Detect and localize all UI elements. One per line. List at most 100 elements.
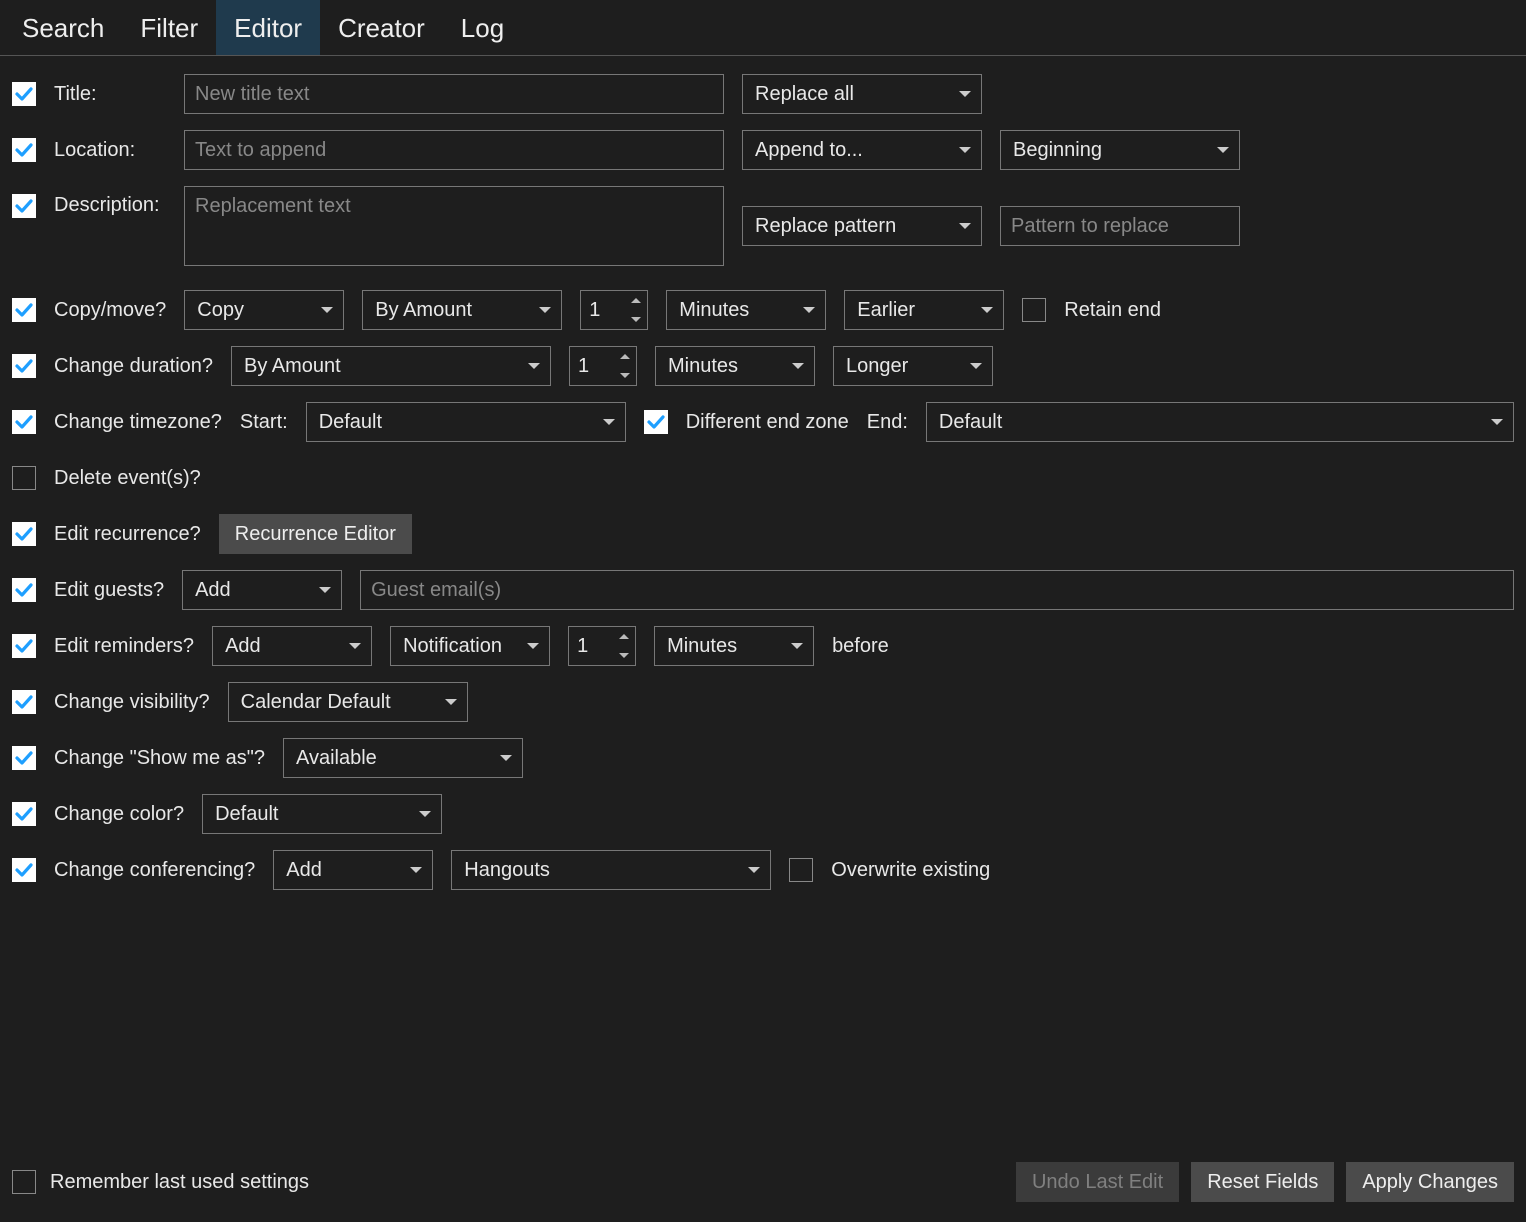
timezone-checkbox[interactable] <box>12 410 36 434</box>
overwrite-existing-label: Overwrite existing <box>831 859 990 882</box>
showmeas-select[interactable]: Available <box>283 738 523 778</box>
duration-unit-select[interactable]: Minutes <box>655 346 815 386</box>
recurrence-editor-button[interactable]: Recurrence Editor <box>219 514 412 554</box>
copymove-checkbox[interactable] <box>12 298 36 322</box>
chevron-down-icon <box>1491 419 1503 425</box>
timezone-start-select[interactable]: Default <box>306 402 626 442</box>
description-mode-select[interactable]: Replace pattern <box>742 206 982 246</box>
chevron-down-icon <box>959 223 971 229</box>
remember-settings-checkbox[interactable] <box>12 1170 36 1194</box>
reminders-checkbox[interactable] <box>12 634 36 658</box>
chevron-down-icon <box>1217 147 1229 153</box>
tab-bar: Search Filter Editor Creator Log <box>0 0 1526 56</box>
guests-label: Edit guests? <box>54 579 164 602</box>
description-input[interactable] <box>184 186 724 266</box>
spinner-up-button[interactable] <box>613 627 635 646</box>
duration-by-select[interactable]: By Amount <box>231 346 551 386</box>
duration-checkbox[interactable] <box>12 354 36 378</box>
showmeas-checkbox[interactable] <box>12 746 36 770</box>
guests-email-input[interactable] <box>360 570 1514 610</box>
reminders-suffix-label: before <box>832 635 889 658</box>
chevron-down-icon <box>527 643 539 649</box>
spinner-up-button[interactable] <box>614 347 636 366</box>
duration-amount-input[interactable] <box>570 347 614 385</box>
reminders-type-select[interactable]: Notification <box>390 626 550 666</box>
timezone-end-select[interactable]: Default <box>926 402 1514 442</box>
description-pattern-input[interactable] <box>1000 206 1240 246</box>
tab-log[interactable]: Log <box>443 0 522 55</box>
remember-settings-label: Remember last used settings <box>50 1171 309 1194</box>
copymove-direction-select[interactable]: Earlier <box>844 290 1004 330</box>
duration-label: Change duration? <box>54 355 213 378</box>
location-input[interactable] <box>184 130 724 170</box>
location-checkbox[interactable] <box>12 138 36 162</box>
description-mode-value: Replace pattern <box>755 215 896 238</box>
color-label: Change color? <box>54 803 184 826</box>
description-label: Description: <box>54 186 166 217</box>
tab-creator[interactable]: Creator <box>320 0 443 55</box>
timezone-label: Change timezone? <box>54 411 222 434</box>
tab-filter[interactable]: Filter <box>122 0 216 55</box>
different-end-zone-checkbox[interactable] <box>644 410 668 434</box>
delete-events-checkbox[interactable] <box>12 466 36 490</box>
recurrence-checkbox[interactable] <box>12 522 36 546</box>
chevron-down-icon <box>528 363 540 369</box>
chevron-down-icon <box>349 643 361 649</box>
spinner-up-button[interactable] <box>625 291 647 310</box>
different-end-zone-label: Different end zone <box>686 411 849 434</box>
color-checkbox[interactable] <box>12 802 36 826</box>
reset-fields-button[interactable]: Reset Fields <box>1191 1162 1334 1202</box>
spinner-down-button[interactable] <box>613 646 635 665</box>
timezone-end-label: End: <box>867 411 908 434</box>
conferencing-checkbox[interactable] <box>12 858 36 882</box>
chevron-down-icon <box>319 587 331 593</box>
undo-last-edit-button[interactable]: Undo Last Edit <box>1016 1162 1179 1202</box>
title-checkbox[interactable] <box>12 82 36 106</box>
guests-checkbox[interactable] <box>12 578 36 602</box>
title-mode-value: Replace all <box>755 83 854 106</box>
spinner-down-button[interactable] <box>614 366 636 385</box>
copymove-amount-input[interactable] <box>581 291 625 329</box>
copymove-by-select[interactable]: By Amount <box>362 290 562 330</box>
chevron-down-icon <box>748 867 760 873</box>
chevron-down-icon <box>321 307 333 313</box>
color-select[interactable]: Default <box>202 794 442 834</box>
reminders-amount-spinner[interactable] <box>568 626 636 666</box>
copymove-action-select[interactable]: Copy <box>184 290 344 330</box>
copymove-label: Copy/move? <box>54 299 166 322</box>
conferencing-label: Change conferencing? <box>54 859 255 882</box>
title-input[interactable] <box>184 74 724 114</box>
overwrite-existing-checkbox[interactable] <box>789 858 813 882</box>
visibility-select[interactable]: Calendar Default <box>228 682 468 722</box>
spinner-down-button[interactable] <box>625 310 647 329</box>
reminders-amount-input[interactable] <box>569 627 613 665</box>
chevron-down-icon <box>792 363 804 369</box>
chevron-down-icon <box>803 307 815 313</box>
apply-changes-button[interactable]: Apply Changes <box>1346 1162 1514 1202</box>
chevron-down-icon <box>445 699 457 705</box>
copymove-amount-spinner[interactable] <box>580 290 648 330</box>
copymove-unit-select[interactable]: Minutes <box>666 290 826 330</box>
retain-end-checkbox[interactable] <box>1022 298 1046 322</box>
location-position-select[interactable]: Beginning <box>1000 130 1240 170</box>
showmeas-label: Change "Show me as"? <box>54 747 265 770</box>
title-mode-select[interactable]: Replace all <box>742 74 982 114</box>
reminders-mode-select[interactable]: Add <box>212 626 372 666</box>
reminders-label: Edit reminders? <box>54 635 194 658</box>
reminders-unit-select[interactable]: Minutes <box>654 626 814 666</box>
description-checkbox[interactable] <box>12 194 36 218</box>
chevron-down-icon <box>500 755 512 761</box>
guests-mode-select[interactable]: Add <box>182 570 342 610</box>
duration-amount-spinner[interactable] <box>569 346 637 386</box>
chevron-down-icon <box>959 91 971 97</box>
conferencing-mode-select[interactable]: Add <box>273 850 433 890</box>
chevron-down-icon <box>603 419 615 425</box>
tab-editor[interactable]: Editor <box>216 0 320 55</box>
duration-direction-select[interactable]: Longer <box>833 346 993 386</box>
chevron-down-icon <box>970 363 982 369</box>
tab-search[interactable]: Search <box>4 0 122 55</box>
location-mode-select[interactable]: Append to... <box>742 130 982 170</box>
recurrence-label: Edit recurrence? <box>54 523 201 546</box>
conferencing-provider-select[interactable]: Hangouts <box>451 850 771 890</box>
visibility-checkbox[interactable] <box>12 690 36 714</box>
